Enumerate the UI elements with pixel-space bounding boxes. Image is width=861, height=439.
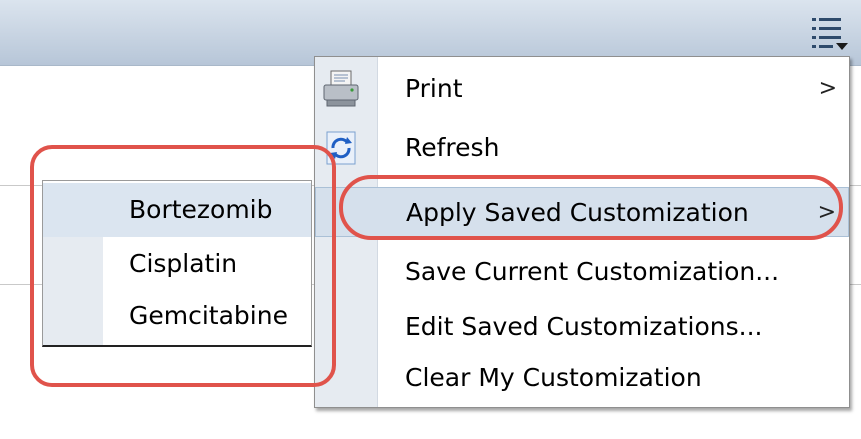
menu-item-label: Edit Saved Customizations... [405,312,763,341]
context-menu: Print > Refresh Apply Saved Customizatio… [314,56,850,408]
printer-icon [321,70,361,108]
submenu-item-bortezomib[interactable]: Bortezomib [43,183,311,237]
list-options-icon[interactable] [808,14,852,54]
chevron-right-icon: > [817,200,836,225]
saved-customizations-submenu: Bortezomib Cisplatin Gemcitabine [42,180,312,347]
menu-item-label: Save Current Customization... [405,257,780,286]
menu-item-label: Print [405,74,463,103]
submenu-item-label: Cisplatin [129,249,238,278]
menu-item-label: Apply Saved Customization [406,198,749,227]
menu-item-label: Refresh [405,133,500,162]
submenu-item-label: Gemcitabine [129,301,288,330]
submenu-item-label: Bortezomib [129,195,273,224]
menu-item-print[interactable]: Print > [315,64,849,114]
menu-item-refresh[interactable]: Refresh [315,123,849,173]
menu-item-label: Clear My Customization [405,363,702,392]
chevron-right-icon: > [818,76,837,101]
menu-item-clear-my-customization[interactable]: Clear My Customization [315,353,849,403]
submenu-item-cisplatin[interactable]: Cisplatin [43,237,311,291]
submenu-item-gemcitabine[interactable]: Gemcitabine [43,289,311,343]
refresh-icon [321,129,361,167]
menu-item-apply-saved-customization[interactable]: Apply Saved Customization > [315,187,849,237]
menu-item-edit-saved-customizations[interactable]: Edit Saved Customizations... [315,302,849,352]
menu-item-save-current-customization[interactable]: Save Current Customization... [315,247,849,297]
